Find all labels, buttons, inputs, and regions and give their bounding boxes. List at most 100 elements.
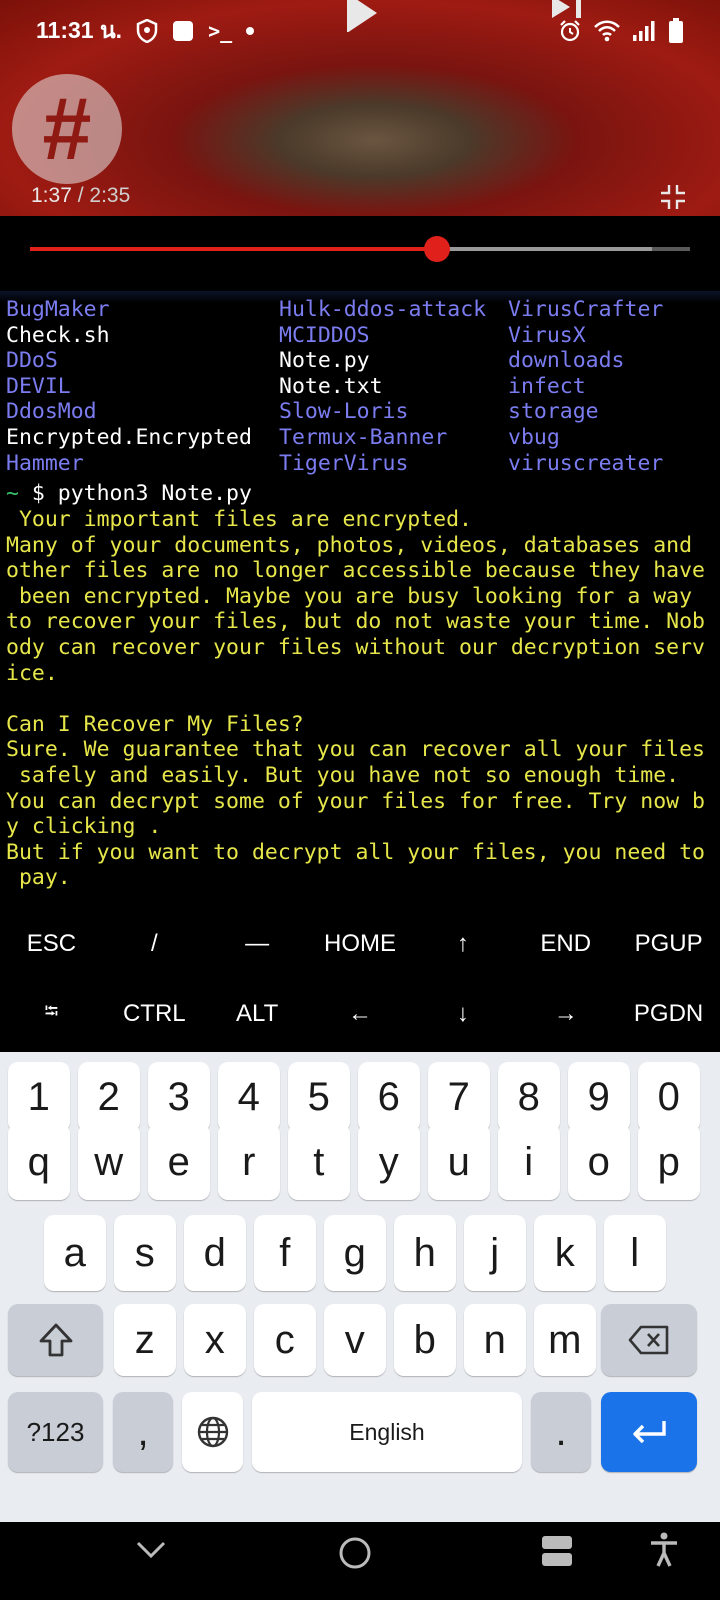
key-j[interactable]: j bbox=[464, 1215, 526, 1291]
ls-entry: Slow-Loris bbox=[279, 399, 409, 425]
extra-key[interactable]: ↑ bbox=[411, 909, 514, 979]
key-l[interactable]: l bbox=[604, 1215, 666, 1291]
key-b[interactable]: b bbox=[394, 1304, 456, 1376]
key-9[interactable]: 9 bbox=[568, 1062, 630, 1132]
ls-entry: viruscreater bbox=[508, 450, 664, 476]
symbols-key[interactable]: ?123 bbox=[8, 1392, 103, 1472]
key-u[interactable]: u bbox=[428, 1124, 490, 1200]
enter-key[interactable] bbox=[601, 1392, 697, 1472]
key-s[interactable]: s bbox=[114, 1215, 176, 1291]
video-player[interactable]: 11:31 น. >_ # 1:37 / 2:35 bbox=[0, 0, 720, 216]
key-0[interactable]: 0 bbox=[638, 1062, 700, 1132]
key-e[interactable]: e bbox=[148, 1124, 210, 1200]
backspace-icon bbox=[628, 1325, 669, 1355]
command-text: $ python3 Note.py bbox=[18, 481, 252, 506]
key-v[interactable]: v bbox=[324, 1304, 386, 1376]
key-r[interactable]: r bbox=[218, 1124, 280, 1200]
key-6[interactable]: 6 bbox=[358, 1062, 420, 1132]
signal-icon bbox=[633, 21, 655, 41]
key-w[interactable]: w bbox=[78, 1124, 140, 1200]
ls-entry: DDoS bbox=[6, 348, 58, 374]
ls-entry: Hulk-ddos-attack bbox=[279, 297, 487, 322]
key-2[interactable]: 2 bbox=[78, 1062, 140, 1132]
key-m[interactable]: m bbox=[534, 1304, 596, 1376]
terminal-output[interactable]: BugMaker Hulk-ddos-attack VirusCrafter Chec… bbox=[0, 291, 720, 909]
command-prompt: ~ $ python3 Note.py bbox=[6, 481, 252, 507]
accessibility-icon[interactable] bbox=[648, 1532, 680, 1568]
output-line: Can I Recover My Files? bbox=[6, 711, 304, 737]
key-7[interactable]: 7 bbox=[428, 1062, 490, 1132]
globe-icon bbox=[197, 1416, 228, 1448]
terminal-notification-icon: >_ bbox=[208, 19, 233, 43]
hide-keyboard-icon[interactable] bbox=[136, 1540, 166, 1560]
shift-key[interactable] bbox=[8, 1304, 103, 1376]
key-q[interactable]: q bbox=[8, 1124, 70, 1200]
key-x[interactable]: x bbox=[184, 1304, 246, 1376]
output-line: But if you want to decrypt all your file… bbox=[6, 839, 705, 865]
extra-key[interactable]: CTRL bbox=[103, 979, 206, 1049]
ls-entry: VirusX bbox=[508, 322, 586, 348]
key-p[interactable]: p bbox=[638, 1124, 700, 1200]
ls-entry: downloads bbox=[508, 348, 625, 374]
extra-key[interactable]: ALT bbox=[206, 979, 309, 1049]
key-a[interactable]: a bbox=[44, 1215, 106, 1291]
output-line: Many of your documents, photos, videos, … bbox=[6, 532, 693, 558]
extra-key[interactable]: HOME bbox=[309, 909, 412, 979]
ls-entry: BugMaker bbox=[6, 297, 110, 322]
backspace-key[interactable] bbox=[601, 1304, 697, 1376]
period-key[interactable]: . bbox=[531, 1392, 591, 1472]
extra-keys-row-2: ⭾ CTRL ALT ← ↓ → PGDN bbox=[0, 979, 720, 1049]
key-k[interactable]: k bbox=[534, 1215, 596, 1291]
key-3[interactable]: 3 bbox=[148, 1062, 210, 1132]
language-key[interactable] bbox=[182, 1392, 243, 1472]
ls-entry: TigerVirus bbox=[279, 450, 409, 476]
key-g[interactable]: g bbox=[324, 1215, 386, 1291]
key-h[interactable]: h bbox=[394, 1215, 456, 1291]
key-f[interactable]: f bbox=[254, 1215, 316, 1291]
key-t[interactable]: t bbox=[288, 1124, 350, 1200]
seek-bar-thumb[interactable] bbox=[423, 236, 450, 262]
program-output: Your important files are encrypted. Many … bbox=[6, 507, 716, 891]
shift-icon bbox=[39, 1323, 72, 1357]
key-i[interactable]: i bbox=[498, 1124, 560, 1200]
key-c[interactable]: c bbox=[254, 1304, 316, 1376]
key-o[interactable]: o bbox=[568, 1124, 630, 1200]
extra-key[interactable]: ESC bbox=[0, 909, 103, 979]
extra-key[interactable]: / bbox=[103, 909, 206, 979]
key-d[interactable]: d bbox=[184, 1215, 246, 1291]
comma-key[interactable]: , bbox=[113, 1392, 173, 1472]
extra-key[interactable]: → bbox=[514, 979, 617, 1049]
wifi-icon bbox=[594, 20, 620, 42]
recents-icon[interactable] bbox=[540, 1534, 574, 1568]
key-8[interactable]: 8 bbox=[498, 1062, 560, 1132]
key-1[interactable]: 1 bbox=[8, 1062, 70, 1132]
key-5[interactable]: 5 bbox=[288, 1062, 350, 1132]
extra-key[interactable]: ⭾ bbox=[0, 979, 103, 1049]
key-n[interactable]: n bbox=[464, 1304, 526, 1376]
video-time: 1:37 / 2:35 bbox=[31, 184, 130, 208]
status-bar: 11:31 น. >_ bbox=[36, 14, 684, 48]
home-icon[interactable] bbox=[338, 1536, 372, 1570]
extra-key[interactable]: PGUP bbox=[617, 909, 720, 979]
space-bar[interactable]: English bbox=[252, 1392, 522, 1472]
extra-key[interactable]: — bbox=[206, 909, 309, 979]
output-line: safely and easily. But you have not so e… bbox=[6, 762, 680, 788]
output-line: been encrypted. Maybe you are busy looki… bbox=[6, 583, 693, 609]
extra-key[interactable]: PGDN bbox=[617, 979, 720, 1049]
ls-entry: infect bbox=[508, 373, 586, 399]
extra-key[interactable]: ← bbox=[309, 979, 412, 1049]
key-4[interactable]: 4 bbox=[218, 1062, 280, 1132]
key-y[interactable]: y bbox=[358, 1124, 420, 1200]
ls-entry: Hammer bbox=[6, 450, 84, 476]
output-line: other files are no longer accessible bec… bbox=[6, 558, 705, 584]
extra-key[interactable]: END bbox=[514, 909, 617, 979]
output-line: to recover your files, but do not waste … bbox=[6, 609, 705, 635]
prompt-tilde: ~ bbox=[6, 481, 19, 506]
ls-entry: MCIDDOS bbox=[279, 322, 370, 348]
output-line: Your important files are encrypted. bbox=[6, 507, 472, 532]
key-z[interactable]: z bbox=[114, 1304, 176, 1376]
seek-bar-track[interactable] bbox=[30, 236, 690, 262]
exit-fullscreen-icon[interactable] bbox=[660, 184, 686, 210]
extra-key[interactable]: ↓ bbox=[411, 979, 514, 1049]
